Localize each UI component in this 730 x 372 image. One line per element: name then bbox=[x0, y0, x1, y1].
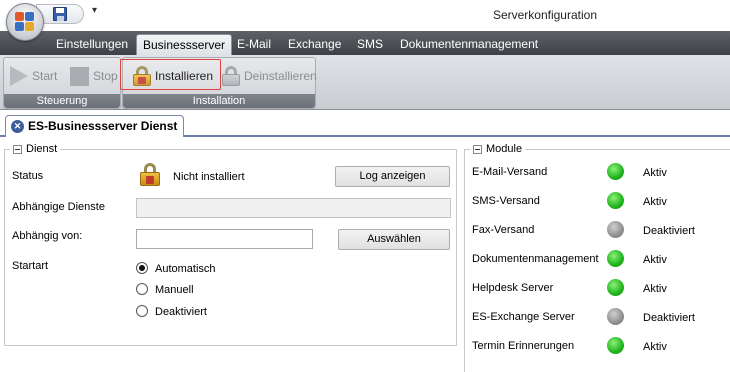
collapse-icon[interactable] bbox=[473, 144, 482, 154]
tab-exchange[interactable]: Exchange bbox=[282, 34, 347, 55]
abhaengig-von-label: Abhängig von: bbox=[12, 230, 83, 242]
module-status: Aktiv bbox=[643, 283, 667, 295]
status-indicator-icon bbox=[607, 250, 624, 267]
ribbon-group-label: Installation bbox=[123, 94, 315, 108]
lock-icon bbox=[221, 66, 241, 86]
ribbon-tab-bar: Einstellungen Businessserver E-Mail Exch… bbox=[0, 31, 730, 55]
ribbon-group-steuerung: Start Stop Steuerung bbox=[3, 57, 121, 109]
module-name: SMS-Versand bbox=[472, 195, 540, 207]
auswaehlen-button[interactable]: Auswählen bbox=[338, 229, 450, 250]
dienst-legend-label: Dienst bbox=[26, 143, 58, 155]
tab-sms[interactable]: SMS bbox=[351, 34, 389, 55]
window-title: Serverkonfiguration bbox=[492, 8, 597, 22]
log-anzeigen-button[interactable]: Log anzeigen bbox=[335, 166, 450, 187]
app-window: ▾ Serverkonfiguration Einstellungen Busi… bbox=[0, 0, 730, 372]
document-tab[interactable]: ✕ ES-Businessserver Dienst bbox=[5, 115, 185, 137]
tab-businessserver[interactable]: Businessserver bbox=[136, 34, 233, 55]
highlight-box bbox=[120, 59, 221, 90]
radio-deaktiviert[interactable] bbox=[136, 305, 148, 317]
module-name: E-Mail-Versand bbox=[472, 166, 548, 178]
play-icon bbox=[10, 66, 28, 86]
tab-e-mail[interactable]: E-Mail bbox=[231, 34, 277, 55]
stop-button[interactable]: Stop bbox=[70, 62, 118, 90]
radio-manuell-label[interactable]: Manuell bbox=[155, 284, 194, 296]
module-legend[interactable]: Module bbox=[470, 143, 526, 155]
module-status: Aktiv bbox=[643, 341, 667, 353]
collapse-icon[interactable] bbox=[13, 144, 22, 154]
startart-label: Startart bbox=[12, 260, 49, 272]
module-status: Aktiv bbox=[643, 196, 667, 208]
lock-icon bbox=[139, 163, 161, 187]
module-status: Aktiv bbox=[643, 167, 667, 179]
app-logo-icon bbox=[15, 12, 35, 32]
application-menu-button[interactable] bbox=[6, 3, 44, 41]
module-name: Helpdesk Server bbox=[472, 282, 554, 294]
module-name: Termin Erinnerungen bbox=[472, 340, 575, 352]
status-indicator-icon bbox=[607, 163, 624, 180]
stop-button-label: Stop bbox=[93, 69, 118, 83]
module-legend-label: Module bbox=[486, 143, 523, 155]
radio-automatisch[interactable] bbox=[136, 262, 148, 274]
abhaengige-dienste-label: Abhängige Dienste bbox=[12, 201, 105, 213]
stop-icon bbox=[70, 66, 89, 86]
status-indicator-icon bbox=[607, 192, 624, 209]
module-name: Fax-Versand bbox=[472, 224, 535, 236]
module-status: Deaktiviert bbox=[643, 312, 695, 324]
title-bar: ▾ Serverkonfiguration bbox=[0, 0, 730, 31]
status-indicator-icon bbox=[607, 308, 624, 325]
status-indicator-icon bbox=[607, 279, 624, 296]
abhaengig-von-field[interactable] bbox=[136, 229, 313, 249]
tab-dokumentenmanagement[interactable]: Dokumentenmanagement bbox=[394, 34, 544, 55]
module-status: Deaktiviert bbox=[643, 225, 695, 237]
radio-manuell[interactable] bbox=[136, 283, 148, 295]
module-status: Aktiv bbox=[643, 254, 667, 266]
module-name: Dokumentenmanagement bbox=[472, 253, 599, 265]
status-indicator-icon bbox=[607, 337, 624, 354]
status-indicator-icon bbox=[607, 221, 624, 238]
module-name: ES-Exchange Server bbox=[472, 311, 575, 323]
deinstallieren-button[interactable]: Deinstallieren bbox=[221, 62, 317, 90]
status-label: Status bbox=[12, 170, 44, 182]
deinstallieren-button-label: Deinstallieren bbox=[244, 69, 317, 83]
tab-einstellungen[interactable]: Einstellungen bbox=[50, 34, 134, 55]
close-icon[interactable]: ✕ bbox=[11, 120, 24, 133]
ribbon-group-label: Steuerung bbox=[4, 94, 120, 108]
start-button[interactable]: Start bbox=[10, 62, 57, 90]
abhaengige-dienste-field bbox=[136, 198, 451, 218]
dienst-legend[interactable]: Dienst bbox=[10, 143, 61, 155]
radio-automatisch-label[interactable]: Automatisch bbox=[155, 263, 216, 275]
start-button-label: Start bbox=[32, 69, 58, 83]
status-value: Nicht installiert bbox=[173, 171, 245, 183]
document-tab-label: ES-Businessserver Dienst bbox=[28, 119, 178, 133]
ribbon-panel: Start Stop Steuerung Installieren Deinst… bbox=[0, 55, 730, 110]
radio-deaktiviert-label[interactable]: Deaktiviert bbox=[155, 306, 207, 318]
